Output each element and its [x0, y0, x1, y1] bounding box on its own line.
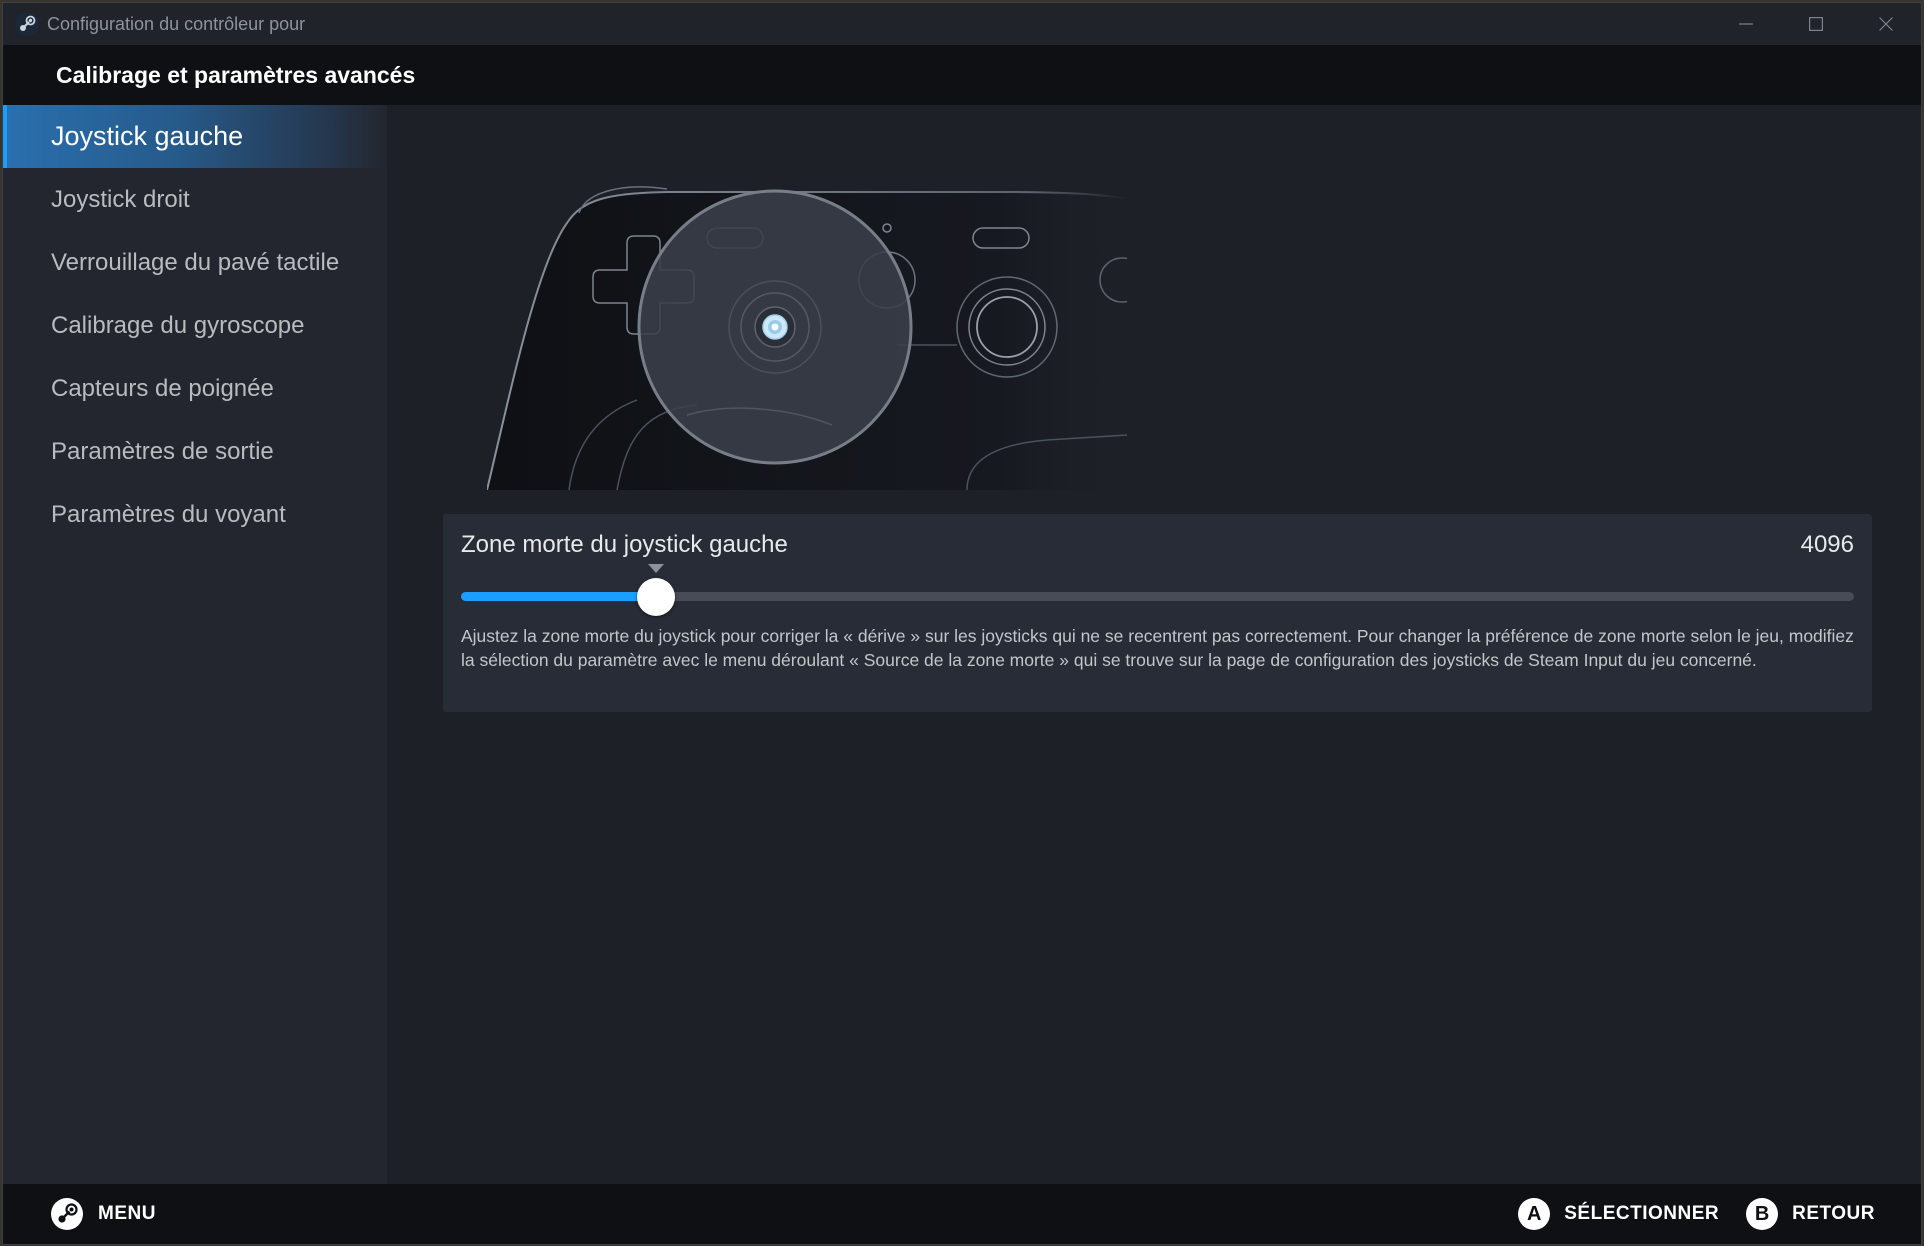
minimize-button[interactable] — [1711, 3, 1781, 45]
title-bar[interactable]: Configuration du contrôleur pour — [3, 3, 1921, 45]
menu-button[interactable]: MENU — [50, 1197, 156, 1231]
window-title: Configuration du contrôleur pour — [47, 13, 306, 34]
sidebar-item-label: Joystick gauche — [51, 121, 244, 151]
deadzone-label: Zone morte du joystick gauche — [461, 531, 788, 558]
sidebar-item-verrouillage-pave-tactile[interactable]: Verrouillage du pavé tactile — [3, 231, 387, 294]
sidebar-item-calibrage-gyroscope[interactable]: Calibrage du gyroscope — [3, 294, 387, 357]
close-button[interactable] — [1851, 3, 1921, 45]
controller-illustration — [487, 186, 1127, 490]
back-action[interactable]: B RETOUR — [1746, 1198, 1875, 1230]
b-button-icon: B — [1746, 1198, 1779, 1230]
slider-thumb[interactable] — [637, 578, 676, 616]
footer-actions: A SÉLECTIONNER B RETOUR — [1518, 1184, 1875, 1244]
sidebar-item-label: Capteurs de poignée — [51, 374, 274, 402]
menu-label: MENU — [98, 1203, 156, 1224]
sidebar-item-capteurs-poignee[interactable]: Capteurs de poignée — [3, 357, 387, 420]
sidebar-item-label: Calibrage du gyroscope — [51, 311, 305, 339]
sidebar-item-label: Verrouillage du pavé tactile — [51, 248, 340, 276]
default-value-marker — [648, 564, 665, 573]
deadzone-value: 4096 — [1800, 531, 1854, 558]
back-label: RETOUR — [1792, 1203, 1875, 1224]
select-label: SÉLECTIONNER — [1564, 1203, 1720, 1224]
sidebar-item-label: Paramètres de sortie — [51, 437, 274, 465]
sidebar-item-joystick-gauche[interactable]: Joystick gauche — [3, 105, 387, 168]
close-icon — [1879, 17, 1893, 31]
sidebar-item-parametres-sortie[interactable]: Paramètres de sortie — [3, 420, 387, 483]
slider-fill — [461, 592, 657, 601]
page-header: Calibrage et paramètres avancés — [3, 45, 1921, 105]
deadzone-slider[interactable] — [461, 564, 1854, 616]
sidebar-item-label: Paramètres du voyant — [51, 500, 286, 528]
sidebar-item-label: Joystick droit — [51, 185, 190, 213]
steam-button-icon — [51, 1198, 83, 1230]
a-button-icon: A — [1518, 1198, 1551, 1230]
sidebar-item-parametres-voyant[interactable]: Paramètres du voyant — [3, 483, 387, 546]
page-title: Calibrage et paramètres avancés — [56, 61, 416, 88]
steam-logo-icon — [15, 12, 39, 36]
maximize-button[interactable] — [1781, 3, 1851, 45]
maximize-icon — [1809, 17, 1823, 31]
main-panel: Zone morte du joystick gauche 4096 Ajust… — [387, 105, 1921, 1186]
select-action[interactable]: A SÉLECTIONNER — [1518, 1198, 1719, 1230]
deadzone-setting-card: Zone morte du joystick gauche 4096 Ajust… — [443, 514, 1872, 712]
minimize-icon — [1739, 23, 1753, 25]
controller-config-window: Configuration du contrôleur pour Calibra… — [2, 2, 1922, 1245]
window-controls — [1711, 3, 1921, 45]
sidebar: Joystick gauche Joystick droit Verrouill… — [3, 105, 387, 1186]
deadzone-description: Ajustez la zone morte du joystick pour c… — [461, 626, 1854, 670]
footer-bar: MENU A SÉLECTIONNER B RETOUR — [3, 1184, 1921, 1244]
sidebar-item-joystick-droit[interactable]: Joystick droit — [3, 168, 387, 231]
